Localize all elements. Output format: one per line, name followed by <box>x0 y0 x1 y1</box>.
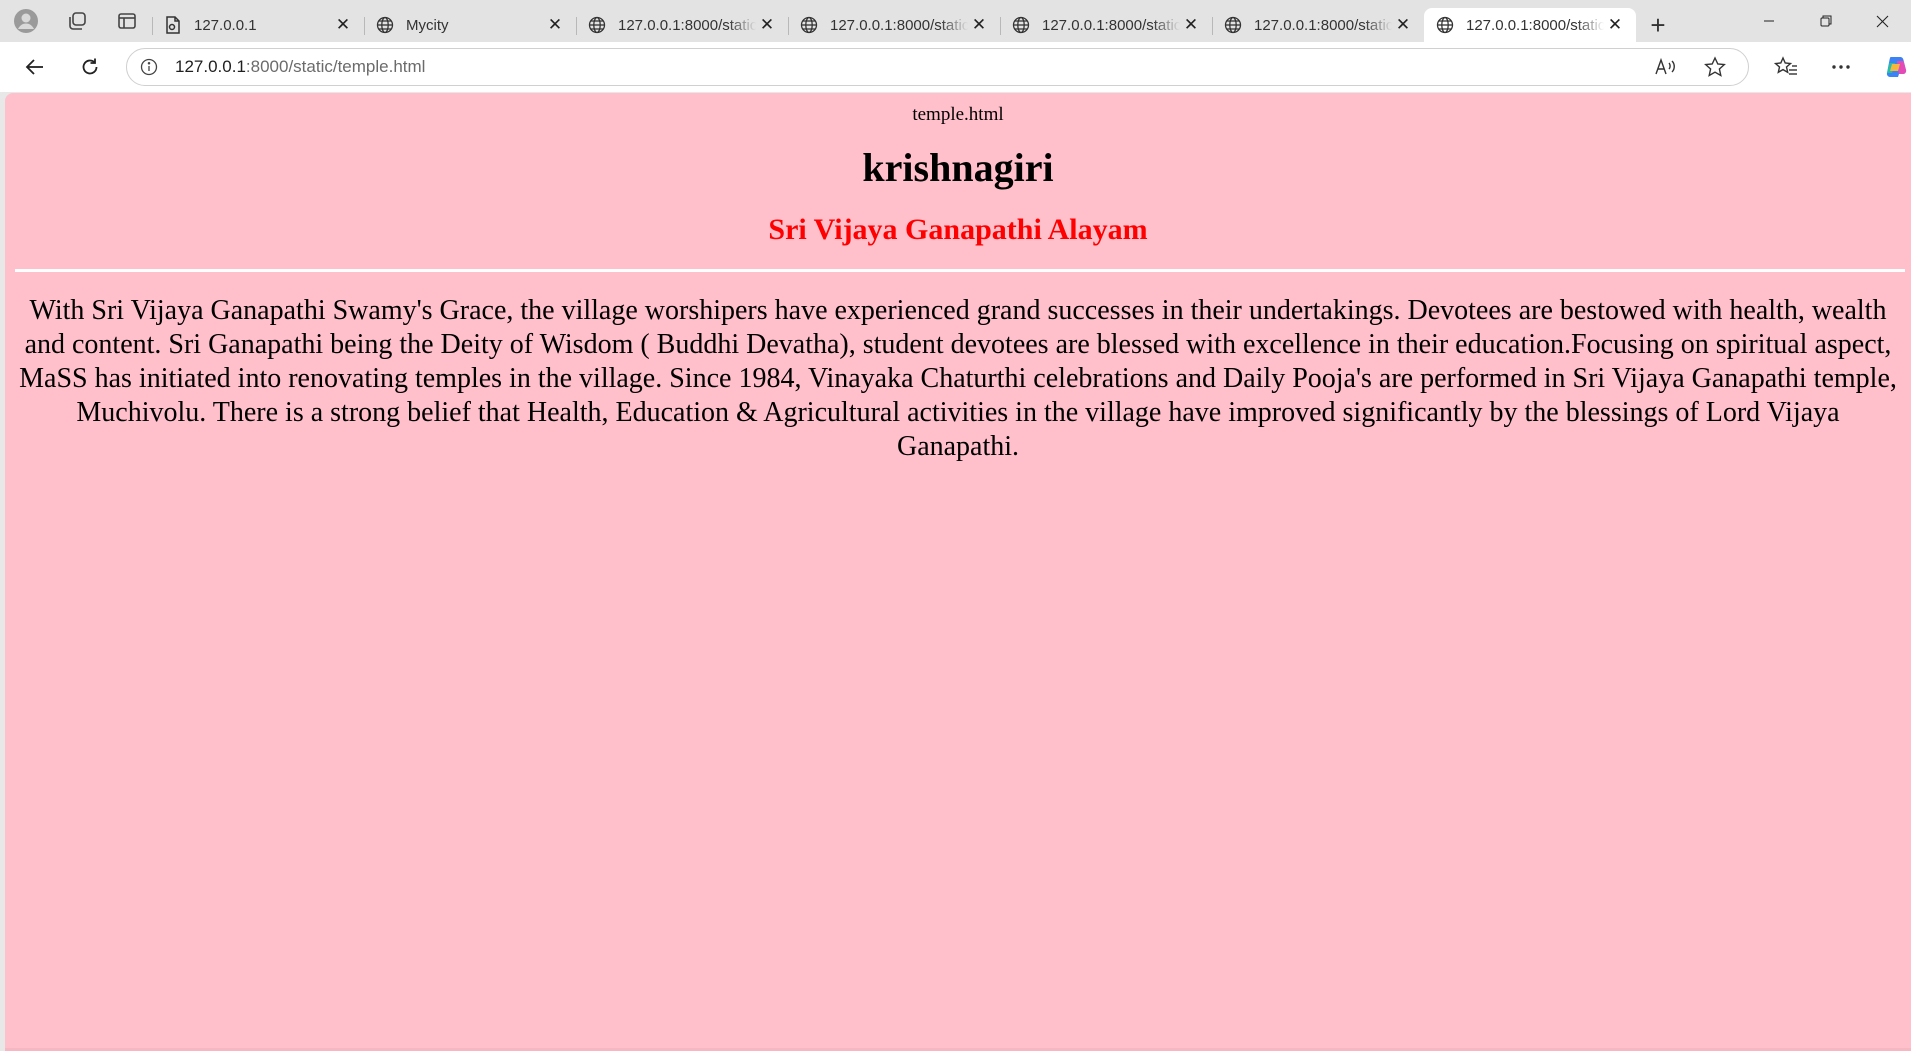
tab-title: 127.0.0.1:8000/static <box>1466 16 1604 34</box>
profile-icon <box>14 9 38 33</box>
star-icon <box>1704 56 1726 77</box>
read-aloud-icon <box>1655 57 1675 75</box>
minimize-icon <box>1763 20 1774 22</box>
profile-button[interactable] <box>0 0 52 42</box>
url-text[interactable]: 127.0.0.1:8000/static/temple.html <box>175 57 425 77</box>
close-window-button[interactable] <box>1854 0 1911 42</box>
globe-icon <box>1012 16 1030 34</box>
tab-close-icon[interactable]: ✕ <box>756 14 778 36</box>
vertical-tabs-button[interactable] <box>102 0 152 42</box>
browser-tab-active[interactable]: 127.0.0.1:8000/static ✕ <box>1424 8 1636 42</box>
browser-tab[interactable]: 127.0.0.1:8000/static ✕ <box>1212 8 1424 42</box>
tab-close-icon[interactable]: ✕ <box>1604 14 1626 36</box>
refresh-icon <box>82 58 98 75</box>
favorites-icon <box>1773 56 1797 75</box>
globe-icon <box>800 16 818 34</box>
back-button[interactable] <box>12 47 58 87</box>
minimize-button[interactable] <box>1740 0 1797 42</box>
browser-tab[interactable]: 127.0.0.1:8000/static ✕ <box>788 8 1000 42</box>
tab-close-icon[interactable]: ✕ <box>1180 14 1202 36</box>
favorite-star-button[interactable] <box>1690 49 1740 85</box>
more-icon <box>1831 65 1850 69</box>
url-path: :8000/static/temple.html <box>245 57 426 76</box>
tab-title: 127.0.0.1 <box>194 16 257 34</box>
browser-tab[interactable]: Mycity ✕ <box>364 8 576 42</box>
copilot-icon <box>1886 57 1906 77</box>
address-bar[interactable]: 127.0.0.1:8000/static/temple.html <box>126 48 1749 86</box>
temple-description: With Sri Vijaya Ganapathi Swamy's Grace,… <box>19 295 1897 462</box>
tab-strip: 127.0.0.1 ✕ Mycity ✕ 127.0.0.1:8000/stat… <box>0 0 1911 42</box>
plus-icon: + <box>1650 9 1666 40</box>
back-arrow-icon <box>25 59 43 75</box>
tab-title: 127.0.0.1:8000/static <box>618 16 756 34</box>
browser-tab[interactable]: 127.0.0.1:8000/static ✕ <box>1000 8 1212 42</box>
browser-tab[interactable]: 127.0.0.1 ✕ <box>152 8 364 42</box>
info-icon <box>140 58 158 76</box>
tab-title: 127.0.0.1:8000/static <box>830 16 968 34</box>
tab-title: Mycity <box>406 16 449 34</box>
workspaces-button[interactable] <box>52 0 102 42</box>
globe-icon <box>1224 16 1242 34</box>
restore-button[interactable] <box>1797 0 1854 42</box>
tab-title: 127.0.0.1:8000/static <box>1042 16 1180 34</box>
close-icon <box>1876 15 1889 27</box>
restore-icon <box>1820 15 1831 27</box>
temple-name-heading: Sri Vijaya Ganapathi Alayam <box>768 213 1148 246</box>
document-icon <box>164 16 182 34</box>
workspaces-icon <box>69 12 86 30</box>
tab-close-icon[interactable]: ✕ <box>1392 14 1414 36</box>
browser-toolbar: 127.0.0.1:8000/static/temple.html <box>0 42 1911 92</box>
url-host: 127.0.0.1 <box>175 57 246 76</box>
settings-more-button[interactable] <box>1813 47 1868 87</box>
refresh-button[interactable] <box>67 47 113 87</box>
site-info-button[interactable] <box>127 49 171 85</box>
tab-title: 127.0.0.1:8000/static <box>1254 16 1392 34</box>
tab-close-icon[interactable]: ✕ <box>332 14 354 36</box>
tab-actions-icon <box>118 13 136 29</box>
read-aloud-button[interactable] <box>1640 49 1690 85</box>
globe-icon <box>376 16 394 34</box>
tab-close-icon[interactable]: ✕ <box>968 14 990 36</box>
globe-icon <box>588 16 606 34</box>
browser-tab[interactable]: 127.0.0.1:8000/static ✕ <box>576 8 788 42</box>
page-heading: krishnagiri <box>862 145 1054 190</box>
window-controls <box>1740 0 1911 42</box>
copilot-button[interactable] <box>1868 47 1911 87</box>
globe-icon <box>1436 16 1454 34</box>
favorites-button[interactable] <box>1758 47 1813 87</box>
horizontal-rule <box>15 269 1905 272</box>
document-title-text: temple.html <box>912 104 1004 125</box>
tab-close-icon[interactable]: ✕ <box>544 14 566 36</box>
new-tab-button[interactable]: + <box>1636 8 1680 42</box>
page-viewport: temple.html krishnagiri Sri Vijaya Ganap… <box>5 93 1911 1051</box>
